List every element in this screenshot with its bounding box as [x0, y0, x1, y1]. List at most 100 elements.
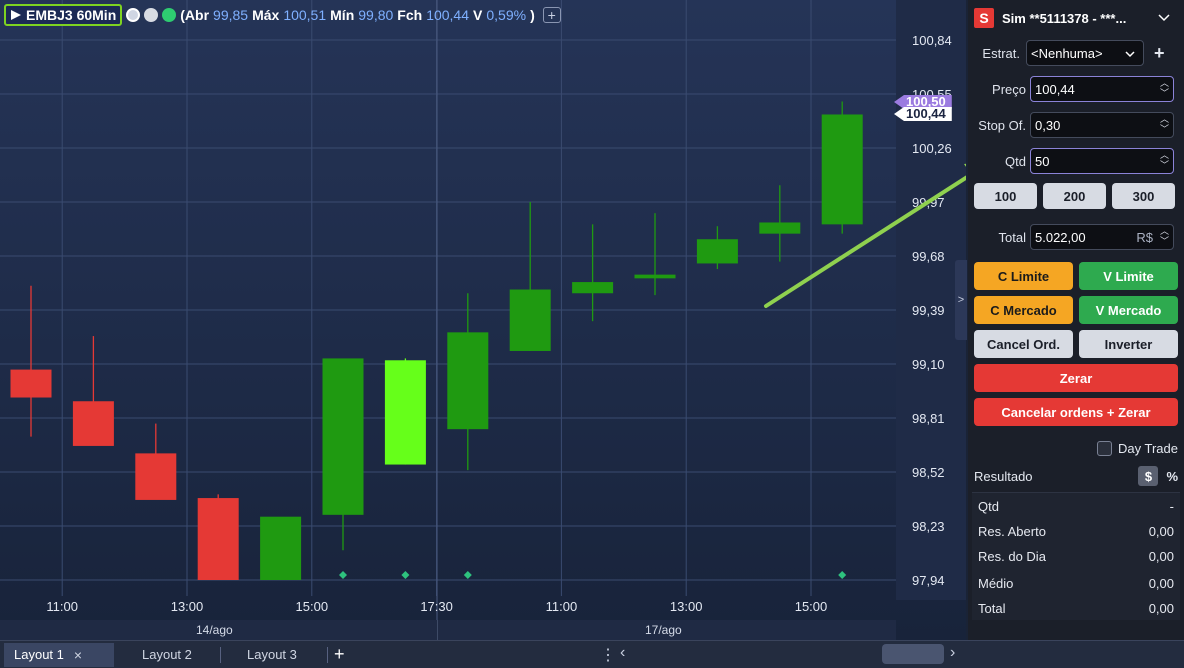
qty-label: Qtd [1005, 153, 1026, 169]
total-value: 5.022,00 [1035, 229, 1086, 245]
result-row-value: 0,00 [1148, 524, 1174, 539]
more-vertical-icon[interactable]: ⋮ [600, 645, 616, 665]
qty-presets: 100 200 300 [974, 183, 1178, 209]
date-axis: 14/ago 17/ago [0, 620, 896, 640]
price-row: Preço 100,44 ︿ ﹀ [974, 76, 1178, 102]
candle-body[interactable] [634, 274, 676, 279]
account-selector[interactable]: S Sim **5111378 - ***... [974, 5, 1178, 31]
stop-value: 0,30 [1035, 117, 1061, 133]
trading-window: 100,84100,55100,2699,9799,6899,3999,1098… [0, 0, 1184, 668]
stop-row: Stop Of. 0,30 ︿ ﹀ [974, 112, 1178, 138]
candle-body[interactable] [759, 222, 801, 234]
date-divider [437, 620, 438, 640]
total-label: Total [998, 229, 1026, 245]
cancel-and-flatten-button[interactable]: Cancelar ordens + Zerar [974, 398, 1178, 426]
close-label: Fch [397, 7, 423, 23]
tab-layout-3[interactable]: Layout 3 [221, 643, 327, 667]
stop-offset-input[interactable]: 0,30 ︿ ﹀ [1030, 112, 1174, 138]
tab-scrollbar[interactable] [882, 644, 944, 664]
signal-marker [838, 571, 847, 579]
chevron-down-icon [1158, 14, 1170, 22]
percent-toggle[interactable]: % [1166, 469, 1178, 484]
tab-label: Layout 3 [247, 647, 297, 662]
minus-circle-icon[interactable] [144, 8, 159, 22]
result-row-label: Res. Aberto [978, 524, 1046, 539]
candle-body[interactable] [322, 358, 364, 515]
add-study-button[interactable]: + [542, 7, 561, 23]
price-input[interactable]: 100,44 ︿ ﹀ [1030, 76, 1174, 102]
total-stepper[interactable]: ︿ ﹀ [1160, 226, 1169, 246]
strategy-select[interactable]: <Nenhuma> [1026, 40, 1144, 66]
open-label: (Abr [180, 7, 210, 23]
tab-layout-2[interactable]: Layout 2 [114, 643, 220, 667]
candle-body[interactable] [72, 401, 114, 446]
x-tick-label: 13:00 [670, 599, 703, 614]
cancel-orders-button[interactable]: Cancel Ord. [974, 330, 1073, 358]
candle-body[interactable] [135, 453, 177, 500]
price-stepper[interactable]: ︿ ﹀ [1160, 78, 1169, 98]
y-tick-label: 100,84 [912, 33, 952, 48]
flatten-button[interactable]: Zerar [974, 364, 1178, 392]
chevron-right-icon[interactable]: › [950, 644, 955, 662]
y-tick-label: 99,68 [912, 249, 945, 264]
chevron-down-icon [1125, 51, 1135, 58]
add-tab-button[interactable]: + [328, 644, 351, 665]
strategy-label: Estrat. [982, 45, 1020, 61]
day-trade-checkbox[interactable] [1097, 440, 1113, 456]
limit-buttons: C Limite V Limite [974, 262, 1178, 290]
variation-value: 0,59% [486, 7, 527, 23]
day-trade-label: Day Trade [1118, 440, 1178, 456]
candle-body[interactable] [447, 332, 489, 430]
candle-body[interactable] [260, 516, 302, 580]
flatten-row: Zerar [974, 364, 1178, 392]
sell-market-button[interactable]: V Mercado [1079, 296, 1178, 324]
currency-toggle[interactable]: $ [1138, 466, 1159, 486]
candle-body[interactable] [509, 289, 551, 351]
result-row-label: Total [978, 601, 1006, 616]
add-strategy-icon[interactable]: + [1154, 43, 1165, 64]
close-value: 100,44 [426, 7, 470, 23]
collapse-panel-button[interactable]: > [955, 260, 967, 340]
sell-limit-button[interactable]: V Limite [1079, 262, 1178, 290]
price-label: Preço [992, 81, 1026, 97]
x-tick-label: 15:00 [795, 599, 828, 614]
variation-label: V [473, 7, 483, 23]
candle-body[interactable] [821, 114, 863, 225]
refresh-icon[interactable] [126, 8, 141, 22]
signal-marker [339, 571, 347, 579]
x-tick-label: 17:30 [420, 599, 453, 614]
market-buttons: C Mercado V Mercado [974, 296, 1178, 324]
invert-button[interactable]: Inverter [1079, 330, 1178, 358]
total-input[interactable]: 5.022,00 R$ ︿ ﹀ [1030, 224, 1174, 250]
candle-body[interactable] [10, 369, 52, 398]
candle-body[interactable] [384, 360, 426, 465]
candle-body[interactable] [696, 239, 738, 264]
qty-preset-button[interactable]: 300 [1112, 183, 1175, 209]
misc-buttons: Cancel Ord. Inverter [974, 330, 1178, 358]
last-price-tag: 100,50 [894, 95, 952, 109]
result-row: Total 0,00 [978, 601, 1174, 616]
close-icon[interactable]: × [74, 647, 82, 663]
qty-stepper[interactable]: ︿ ﹀ [1160, 150, 1169, 170]
candlestick-chart[interactable]: 100,84100,55100,2699,9799,6899,3999,1098… [0, 0, 967, 640]
result-row-value: 0,00 [1148, 549, 1174, 564]
tab-layout-1[interactable]: Layout 1 × [4, 642, 114, 667]
qty-row: Qtd 50 ︿ ﹀ [974, 148, 1178, 174]
buy-limit-button[interactable]: C Limite [974, 262, 1073, 290]
close-price-tag: 100,44 [894, 107, 952, 121]
buy-market-button[interactable]: C Mercado [974, 296, 1073, 324]
signal-marker [463, 571, 472, 579]
qty-preset-button[interactable]: 200 [1043, 183, 1106, 209]
chevron-left-icon[interactable]: ‹ [620, 644, 625, 662]
symbol-selector[interactable]: EMBJ3 60Min [4, 4, 123, 26]
chart-canvas[interactable]: 100,84100,55100,2699,9799,6899,3999,1098… [0, 0, 966, 640]
chart-header: EMBJ3 60Min (Abr 99,85 Máx 100,51 Mín 99… [4, 2, 561, 28]
stop-label: Stop Of. [978, 117, 1026, 133]
qty-preset-button[interactable]: 100 [974, 183, 1037, 209]
candle-body[interactable] [197, 498, 239, 580]
date-label: 14/ago [196, 623, 233, 637]
qty-input[interactable]: 50 ︿ ﹀ [1030, 148, 1174, 174]
candle-body[interactable] [572, 282, 614, 294]
stop-stepper[interactable]: ︿ ﹀ [1160, 114, 1169, 134]
x-tick-label: 13:00 [171, 599, 204, 614]
